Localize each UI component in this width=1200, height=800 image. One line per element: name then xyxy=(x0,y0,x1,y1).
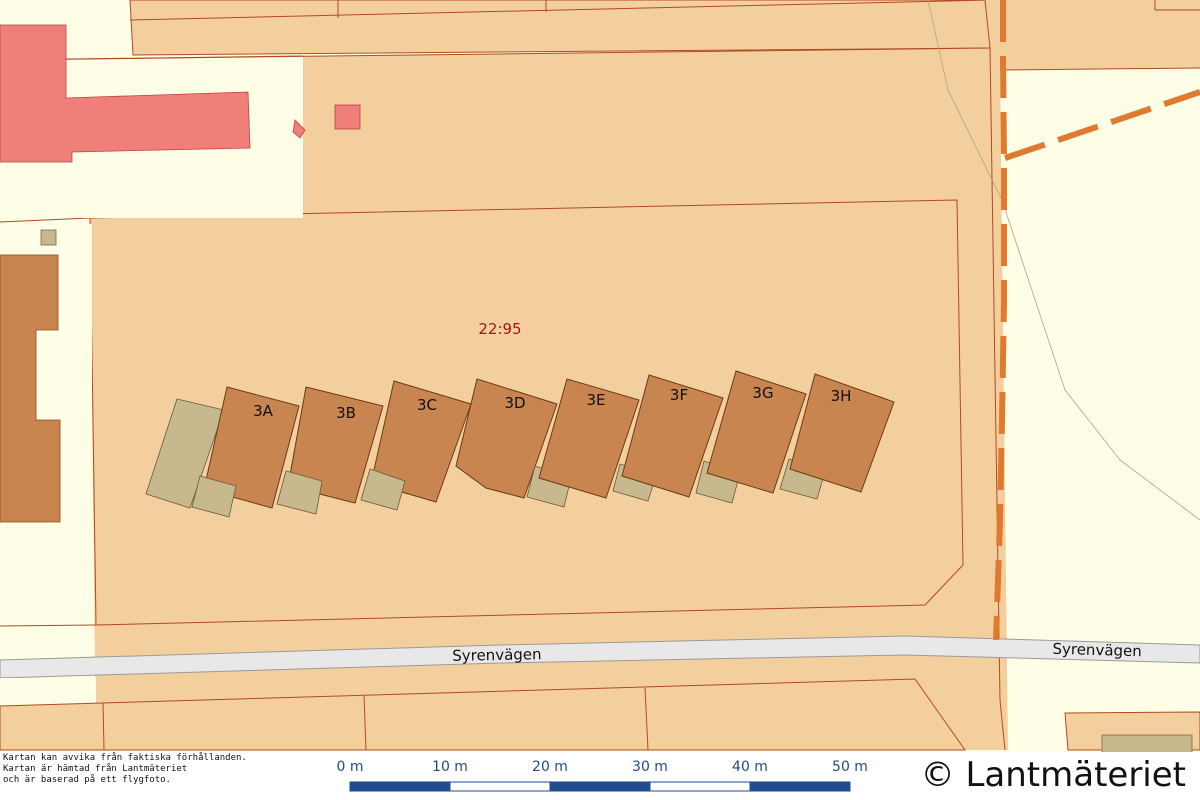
parcel-top xyxy=(129,0,991,56)
scale-tick-label: 20 m xyxy=(532,759,568,775)
scale-segment-light xyxy=(449,781,551,792)
scale-segment-dark xyxy=(349,781,451,792)
commercial-building-small xyxy=(334,104,361,130)
scale-tick-label: 40 m xyxy=(732,759,768,775)
scale-tick-label: 10 m xyxy=(432,759,468,775)
house-label-3G: 3G xyxy=(752,384,773,402)
street-label: Syrenvägen xyxy=(1052,640,1142,660)
map-footer: Kartan kan avvika från faktiska förhålla… xyxy=(0,752,1200,800)
house-label-3F: 3F xyxy=(670,386,688,404)
house-label-3H: 3H xyxy=(831,387,852,405)
scale-segment-dark xyxy=(549,781,651,792)
house-label-3B: 3B xyxy=(336,404,356,422)
house-label-3E: 3E xyxy=(586,391,605,409)
copyright-notice: © Lantmäteriet xyxy=(920,755,1186,795)
scale-tick-label: 30 m xyxy=(632,759,668,775)
parcel-label: 22:95 xyxy=(478,320,521,338)
scale-segment-light xyxy=(649,781,751,792)
scale-segment-dark xyxy=(749,781,851,792)
house-label-3D: 3D xyxy=(504,394,525,412)
land-left-bottom xyxy=(0,678,96,702)
house-label-3A: 3A xyxy=(253,402,274,420)
street-label: Syrenvägen xyxy=(452,645,542,665)
house-label-3C: 3C xyxy=(417,396,437,414)
annex-small xyxy=(40,229,57,246)
scale-tick-label: 0 m xyxy=(337,759,364,775)
scale-tick-label: 50 m xyxy=(832,759,868,775)
map-canvas[interactable]: 22:95 3A 3B 3C 3D 3E 3F 3G 3H Syrenvägen… xyxy=(0,0,1200,800)
